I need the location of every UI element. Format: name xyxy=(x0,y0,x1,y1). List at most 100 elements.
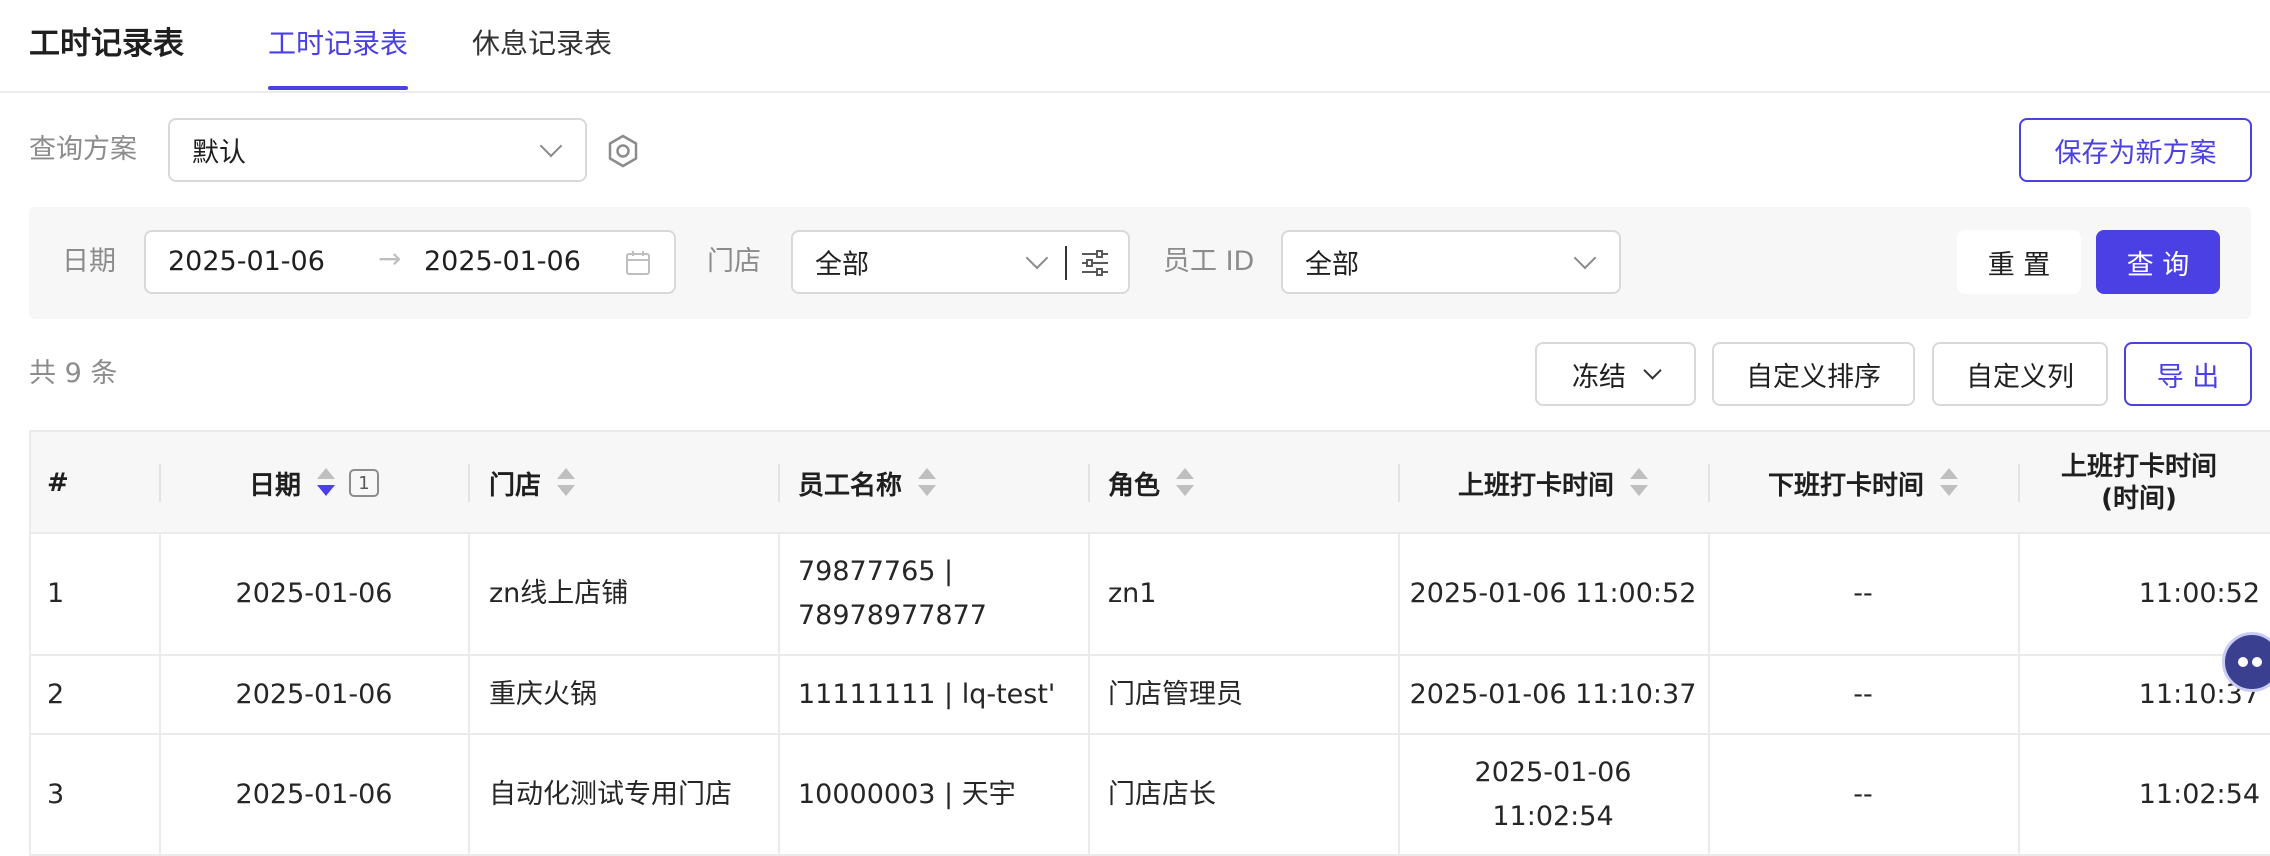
col-index-header: # xyxy=(47,468,69,498)
cell-employee: 10000003 | 天宇 xyxy=(798,779,1016,810)
table-row[interactable]: 2 2025-01-06 重庆火锅 11111111 | lq-test' 门店… xyxy=(31,656,2270,735)
date-range-picker[interactable]: 2025-01-06 → 2025-01-06 xyxy=(144,230,676,294)
result-count: 共 9 条 xyxy=(29,358,118,389)
custom-sort-button[interactable]: 自定义排序 xyxy=(1712,342,1915,406)
chevron-down-icon xyxy=(1643,360,1662,380)
page-header: 工时记录表 工时记录表 休息记录表 xyxy=(0,0,2270,93)
cell-index: 1 xyxy=(47,578,65,609)
column-divider xyxy=(1088,464,1090,502)
save-new-scheme-button[interactable]: 保存为新方案 xyxy=(2019,118,2252,182)
sort-icon[interactable] xyxy=(1630,468,1648,498)
sort-icon[interactable] xyxy=(1176,468,1195,498)
chevron-down-icon xyxy=(539,134,563,158)
cell-clock-in-date: 2025-01-06 xyxy=(1474,757,1632,788)
cell-clock-out: -- xyxy=(1853,678,1873,710)
cell-employee-line1: 79877765 | xyxy=(798,556,954,587)
cell-clock-out: -- xyxy=(1853,578,1873,609)
col-date-label: 日期 xyxy=(248,470,301,501)
sort-icon[interactable] xyxy=(918,468,937,498)
column-divider xyxy=(468,464,470,502)
export-button[interactable]: 导 出 xyxy=(2124,342,2252,406)
col-store-label: 门店 xyxy=(489,470,542,501)
col-employee-label: 员工名称 xyxy=(798,470,903,501)
sort-icon[interactable] xyxy=(317,468,335,498)
store-filter-label: 门店 xyxy=(707,246,761,277)
cell-date: 2025-01-06 xyxy=(235,779,393,810)
custom-columns-button[interactable]: 自定义列 xyxy=(1932,342,2108,406)
col-clock-in-time-header[interactable]: 上班打卡时间 (时间) xyxy=(2034,432,2244,534)
cell-store: zn线上店铺 xyxy=(489,578,629,609)
column-divider xyxy=(1398,534,1400,854)
cell-role: zn1 xyxy=(1108,578,1157,609)
cell-clock-in-time: 11:02:54 xyxy=(2138,779,2260,810)
sort-icon[interactable] xyxy=(1940,468,1958,498)
reset-button[interactable]: 重 置 xyxy=(1957,230,2081,294)
col-clock-in-time-label-1: 上班打卡时间 xyxy=(2060,452,2217,482)
settings-hex-icon[interactable] xyxy=(606,134,640,168)
eye-icon xyxy=(2252,657,2262,667)
chevron-down-icon xyxy=(1573,246,1597,270)
date-start-input[interactable]: 2025-01-06 xyxy=(168,246,325,277)
date-filter-label: 日期 xyxy=(62,246,116,277)
filter-sliders-icon[interactable] xyxy=(1080,249,1110,277)
cell-index: 2 xyxy=(47,678,65,710)
data-table: # 日期 1 门店 员工名称 角色 上班打卡时间 下班打卡时间 上班打卡时间 (… xyxy=(29,430,2270,856)
column-divider xyxy=(778,534,780,854)
page-title: 工时记录表 xyxy=(29,26,184,62)
scheme-label: 查询方案 xyxy=(29,134,137,165)
column-divider xyxy=(1088,534,1090,854)
query-button[interactable]: 查 询 xyxy=(2096,230,2220,294)
column-divider xyxy=(159,534,161,854)
col-clock-in-header[interactable]: 上班打卡时间 xyxy=(1398,432,1708,534)
eye-icon xyxy=(2238,657,2248,667)
cell-employee: 79877765 | 78978977877 xyxy=(798,534,987,654)
col-clock-out-header[interactable]: 下班打卡时间 xyxy=(1708,432,2018,534)
cell-role: 门店店长 xyxy=(1108,779,1216,810)
column-divider xyxy=(2018,534,2020,854)
column-divider xyxy=(2018,464,2020,502)
col-store-header[interactable]: 门店 xyxy=(489,432,576,534)
column-divider xyxy=(778,464,780,502)
col-clock-out-label: 下班打卡时间 xyxy=(1767,470,1924,501)
table-row[interactable]: 3 2025-01-06 自动化测试专用门店 10000003 | 天宇 门店店… xyxy=(31,735,2270,854)
freeze-button[interactable]: 冻结 xyxy=(1535,342,1696,406)
col-role-header[interactable]: 角色 xyxy=(1108,432,1195,534)
tab-work-hours[interactable]: 工时记录表 xyxy=(268,25,408,63)
cell-index: 3 xyxy=(47,779,65,810)
freeze-label: 冻结 xyxy=(1572,361,1626,393)
date-end-input[interactable]: 2025-01-06 xyxy=(424,246,581,277)
employee-select-value: 全部 xyxy=(1305,249,1359,281)
chevron-down-icon xyxy=(1025,246,1049,270)
cell-date: 2025-01-06 xyxy=(235,578,393,609)
cell-store: 重庆火锅 xyxy=(489,678,597,710)
scheme-value: 默认 xyxy=(192,137,246,169)
app-root: 工时记录表 工时记录表 休息记录表 查询方案 默认 保存为新方案 日期 2025… xyxy=(0,0,2270,856)
calendar-icon xyxy=(626,251,650,275)
arrow-right-icon: → xyxy=(378,242,402,275)
employee-select[interactable]: 全部 xyxy=(1281,230,1621,294)
employee-filter-label: 员工 ID xyxy=(1163,246,1255,277)
cell-employee: 11111111 | lq-test' xyxy=(798,678,1056,710)
store-select[interactable]: 全部 xyxy=(791,230,1130,294)
cell-role: 门店管理员 xyxy=(1108,678,1243,710)
sort-icon[interactable] xyxy=(557,468,576,498)
cell-clock-in: 2025-01-06 11:10:37 xyxy=(1409,678,1697,710)
scheme-select[interactable]: 默认 xyxy=(168,118,587,182)
cell-clock-in: 2025-01-06 11:02:54 xyxy=(1398,735,1708,854)
col-role-label: 角色 xyxy=(1108,470,1161,501)
sort-priority-badge: 1 xyxy=(349,469,379,497)
cell-clock-in-time: 11:00:52 xyxy=(2138,578,2260,609)
store-select-value: 全部 xyxy=(815,249,869,281)
cell-clock-out: -- xyxy=(1853,779,1873,810)
col-date-header[interactable]: 日期 1 xyxy=(159,432,469,534)
divider xyxy=(1065,246,1067,280)
cell-clock-in-time-part: 11:02:54 xyxy=(1492,801,1614,832)
table-header: # 日期 1 门店 员工名称 角色 上班打卡时间 下班打卡时间 上班打卡时间 (… xyxy=(31,432,2270,534)
cell-date: 2025-01-06 xyxy=(235,678,393,710)
col-employee-header[interactable]: 员工名称 xyxy=(798,432,937,534)
table-row[interactable]: 1 2025-01-06 zn线上店铺 79877765 | 789789778… xyxy=(31,534,2270,656)
tab-break-records[interactable]: 休息记录表 xyxy=(472,25,612,63)
col-clock-in-label: 上班打卡时间 xyxy=(1457,470,1614,501)
column-divider xyxy=(1708,534,1710,854)
col-clock-in-time-label-2: (时间) xyxy=(2101,484,2177,514)
